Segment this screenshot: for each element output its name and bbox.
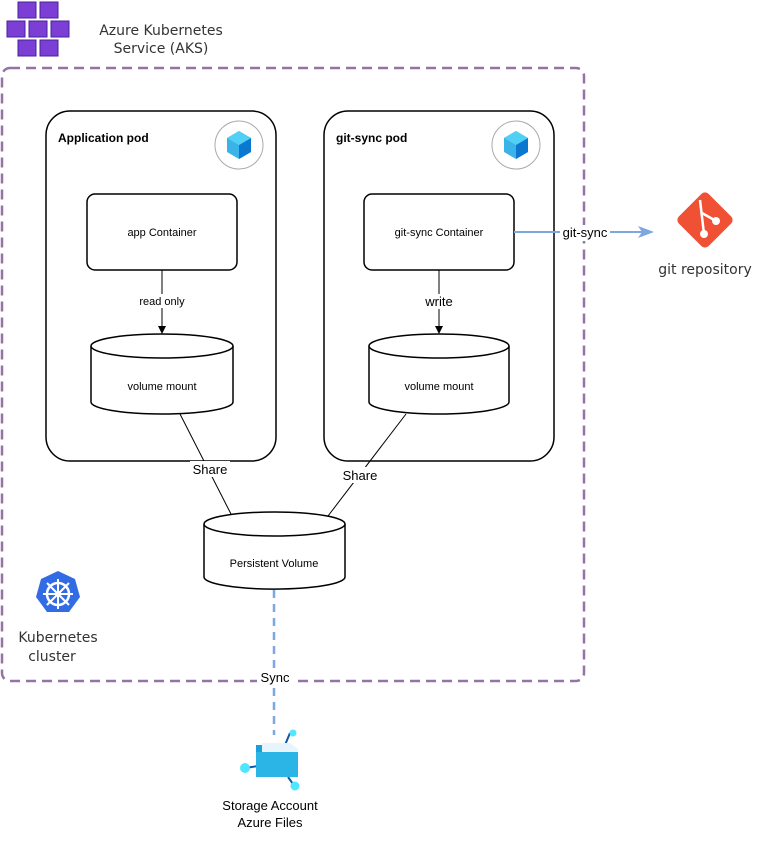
kubernetes-icon [36, 571, 80, 612]
git-sync-edge-label: git-sync [563, 225, 608, 240]
git-repository-label: git repository [658, 262, 752, 278]
persistent-volume-label: Persistent Volume [230, 558, 319, 570]
aks-label-line2: Service (AKS) [114, 41, 209, 57]
pod-icon [491, 120, 541, 170]
share-label-left: Share [193, 462, 228, 477]
kubernetes-cluster-label-line2: cluster [28, 649, 76, 665]
app-volume-mount[interactable] [90, 333, 234, 415]
git-volume-label: volume mount [404, 381, 473, 393]
app-volume-label: volume mount [127, 381, 196, 393]
write-label: write [424, 294, 452, 309]
git-sync-pod-title: git-sync pod [336, 131, 407, 145]
git-icon [677, 192, 733, 248]
azure-files-icon [240, 729, 300, 791]
aks-icon [6, 1, 70, 57]
application-pod-title: Application pod [58, 131, 149, 145]
aks-label-line1: Azure Kubernetes [99, 23, 223, 39]
git-volume-mount[interactable] [368, 333, 510, 415]
share-label-right: Share [343, 468, 378, 483]
pod-icon [214, 120, 264, 170]
git-sync-container-label: git-sync Container [395, 227, 484, 239]
persistent-volume[interactable] [203, 511, 346, 590]
diagram-canvas: Azure Kubernetes Service (AKS) Applicati… [0, 1, 752, 830]
kubernetes-cluster-label-line1: Kubernetes [18, 630, 97, 646]
app-container-label: app Container [127, 227, 196, 239]
storage-label-line2: Azure Files [237, 815, 303, 830]
storage-label-line1: Storage Account [222, 798, 318, 813]
sync-label: Sync [261, 670, 290, 685]
read-only-label: read only [139, 296, 185, 308]
